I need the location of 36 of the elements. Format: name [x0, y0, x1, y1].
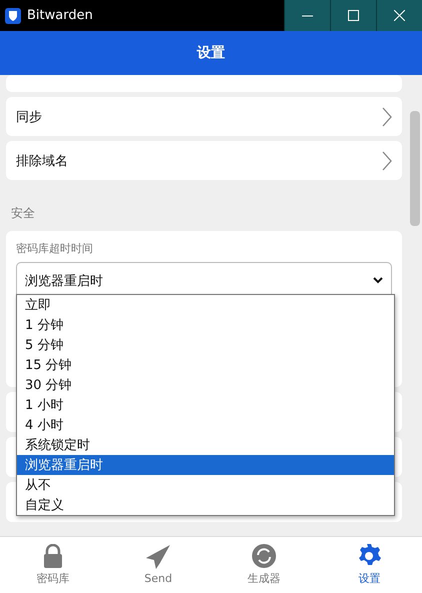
menu-row[interactable]: 同步	[6, 97, 402, 136]
nav-tab[interactable]: 设置	[316, 537, 422, 593]
nav-tab[interactable]: 生成器	[211, 537, 316, 593]
dropdown-option[interactable]: 1 分钟	[17, 315, 394, 335]
paper-plane-icon	[146, 545, 170, 569]
shield-logo-icon	[5, 8, 21, 24]
dropdown-option[interactable]: 5 分钟	[17, 335, 394, 355]
dropdown-option[interactable]: 15 分钟	[17, 355, 394, 375]
nav-tab[interactable]: 密码库	[0, 537, 106, 593]
menu-row[interactable]: 排除域名	[6, 141, 402, 180]
refresh-icon	[252, 544, 276, 568]
scrollbar-thumb[interactable]	[410, 111, 420, 226]
section-heading: 安全	[11, 205, 36, 222]
settings-icon	[357, 544, 382, 568]
dropdown-option[interactable]: 从不	[17, 475, 394, 495]
maximize-icon	[348, 10, 359, 21]
chevron-down-icon	[373, 277, 383, 284]
chevron-icon	[382, 150, 392, 170]
dropdown-option[interactable]: 4 小时	[17, 415, 394, 435]
close-icon	[394, 10, 405, 21]
dropdown-option[interactable]: 系统锁定时	[17, 435, 394, 455]
menu-label: 同步	[16, 108, 42, 126]
dropdown-option[interactable]: 浏览器重启时	[17, 455, 394, 475]
dropdown-option[interactable]: 立即	[17, 295, 394, 315]
dropdown-option[interactable]: 30 分钟	[17, 375, 394, 395]
page-title: 设置	[197, 44, 225, 62]
window-control-button[interactable]	[376, 0, 422, 31]
window-title: Bitwarden	[27, 8, 94, 23]
field-label: 密码库超时时间	[16, 241, 94, 256]
window-control-button[interactable]	[330, 0, 376, 31]
dropdown-option[interactable]: 自定义	[17, 495, 394, 515]
lock-icon	[42, 544, 63, 568]
menu-label: 排除域名	[16, 152, 68, 170]
nav-tab[interactable]: Send	[106, 537, 211, 593]
dropdown-option[interactable]: 1 小时	[17, 395, 394, 415]
chevron-icon	[382, 106, 392, 126]
